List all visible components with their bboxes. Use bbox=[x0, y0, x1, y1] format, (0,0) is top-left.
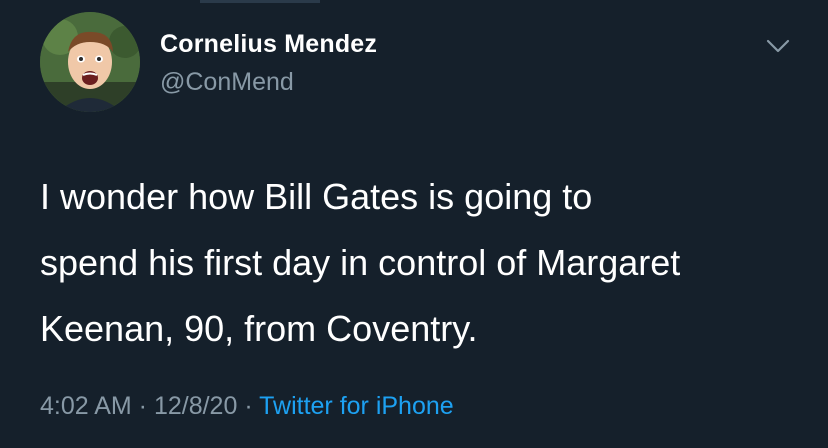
meta-separator: · bbox=[237, 392, 260, 420]
chevron-down-icon[interactable] bbox=[764, 36, 792, 56]
avatar-image bbox=[40, 12, 140, 112]
meta-separator: · bbox=[131, 392, 154, 420]
tweet-card: Cornelius Mendez @ConMend I wonder how B… bbox=[0, 0, 828, 448]
tweet-meta: 4:02 AM · 12/8/20 · Twitter for iPhone bbox=[40, 392, 454, 421]
avatar[interactable] bbox=[40, 12, 140, 112]
user-handle[interactable]: @ConMend bbox=[160, 68, 294, 97]
top-edge-fragment bbox=[200, 0, 320, 3]
tweet-source-link[interactable]: Twitter for iPhone bbox=[259, 392, 454, 420]
tweet-date: 12/8/20 bbox=[153, 392, 238, 420]
tweet-time: 4:02 AM bbox=[40, 392, 132, 420]
tweet-text: I wonder how Bill Gates is going to spen… bbox=[40, 176, 681, 349]
display-name[interactable]: Cornelius Mendez bbox=[160, 30, 377, 59]
